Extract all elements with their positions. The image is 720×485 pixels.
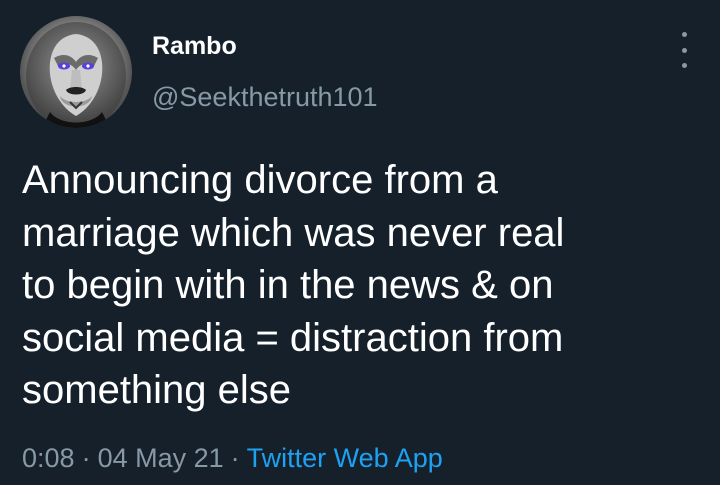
- meta-separator: ·: [81, 443, 91, 473]
- lion-avatar-icon: [26, 22, 126, 128]
- tweet-text-line: something else: [22, 368, 292, 412]
- more-vertical-icon: [681, 32, 687, 37]
- user-handle[interactable]: @Seekthetruth101: [152, 80, 378, 114]
- tweet-text-line: marriage which was never real: [22, 210, 565, 255]
- tweet-card: Rambo @Seekthetruth101 Announcing divorc…: [0, 0, 720, 485]
- more-options-button[interactable]: [672, 30, 696, 70]
- tweet-text-line: Announcing divorce from a: [22, 158, 498, 202]
- tweet-meta: 0:08 · 04 May 21 · Twitter Web App: [22, 440, 443, 476]
- more-vertical-icon: [681, 63, 687, 68]
- display-name[interactable]: Rambo: [152, 30, 237, 62]
- tweet-text-line: to begin with in the news & on: [22, 263, 554, 307]
- tweet-text: Announcing divorce from a marriage which…: [22, 154, 702, 417]
- meta-separator: ·: [230, 443, 240, 473]
- tweet-time[interactable]: 0:08: [22, 443, 75, 473]
- avatar[interactable]: [20, 16, 132, 128]
- tweet-date[interactable]: 04 May 21: [98, 443, 224, 473]
- tweet-text-line: social media = distraction from: [22, 315, 564, 360]
- tweet-source-link[interactable]: Twitter Web App: [247, 443, 443, 473]
- more-vertical-icon: [681, 47, 687, 53]
